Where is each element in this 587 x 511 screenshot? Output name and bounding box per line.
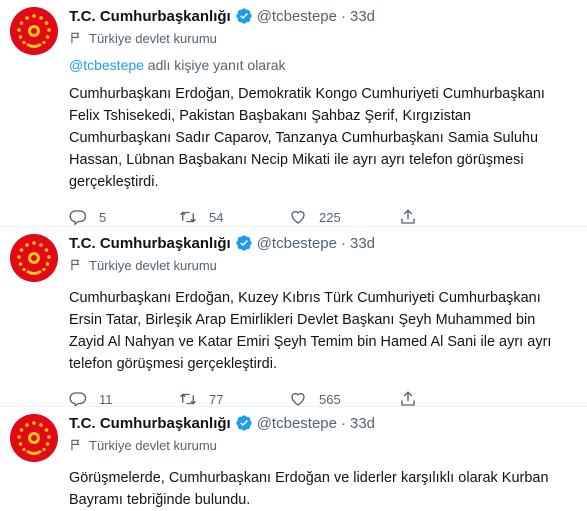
like-count: 225	[319, 209, 341, 225]
share-button[interactable]	[399, 208, 429, 226]
author-handle[interactable]: @tcbestepe	[257, 8, 337, 25]
timestamp[interactable]: 33d	[350, 235, 375, 252]
retweet-count: 77	[209, 391, 224, 407]
action-bar: 5 54 225	[69, 207, 569, 227]
like-button[interactable]: 225	[289, 208, 399, 226]
tweet-text: Cumhurbaşkanı Erdoğan, Kuzey Kıbrıs Türk…	[69, 290, 552, 372]
reply-mention-link[interactable]: @tcbestepe	[69, 57, 144, 73]
author-handle[interactable]: @tcbestepe	[257, 235, 337, 252]
government-label: Türkiye devlet kurumu	[69, 256, 569, 274]
reply-count: 5	[99, 209, 107, 225]
avatar[interactable]	[10, 7, 58, 55]
timestamp[interactable]: 33d	[350, 415, 375, 432]
author-name[interactable]: T.C. Cumhurbaşkanlığı	[69, 415, 231, 432]
government-label-text: Türkiye devlet kurumu	[89, 30, 217, 46]
flag-icon	[71, 439, 80, 451]
like-count: 565	[319, 391, 341, 407]
reply-icon	[69, 210, 87, 226]
author-name[interactable]: T.C. Cumhurbaşkanlığı	[69, 8, 231, 25]
flag-icon	[71, 32, 80, 44]
presidential-seal-icon	[10, 414, 58, 462]
retweet-icon	[180, 211, 196, 223]
flag-icon	[71, 259, 80, 271]
government-label: Türkiye devlet kurumu	[69, 29, 569, 47]
share-icon	[401, 209, 415, 224]
like-icon	[291, 210, 305, 224]
verified-badge-icon	[235, 414, 253, 432]
presidential-seal-icon	[10, 234, 58, 282]
separator-dot: ·	[340, 414, 346, 432]
tweet[interactable]: T.C. Cumhurbaşkanlığı @tcbestepe · 33d T…	[0, 0, 587, 226]
author-handle[interactable]: @tcbestepe	[257, 415, 337, 432]
government-label-text: Türkiye devlet kurumu	[89, 437, 217, 453]
author-name[interactable]: T.C. Cumhurbaşkanlığı	[69, 235, 231, 252]
government-label-text: Türkiye devlet kurumu	[89, 257, 217, 273]
separator-dot: ·	[340, 234, 346, 252]
presidential-seal-icon	[10, 7, 58, 55]
retweet-button[interactable]: 54	[179, 208, 289, 226]
reply-button[interactable]: 5	[69, 208, 179, 226]
verified-badge-icon	[235, 7, 253, 25]
timestamp[interactable]: 33d	[350, 8, 375, 25]
tweet[interactable]: T.C. Cumhurbaşkanlığı @tcbestepe · 33d T…	[0, 226, 587, 408]
separator-dot: ·	[340, 7, 346, 25]
tweet[interactable]: T.C. Cumhurbaşkanlığı @tcbestepe · 33d T…	[0, 406, 587, 508]
reply-count: 11	[99, 391, 113, 407]
government-label: Türkiye devlet kurumu	[69, 436, 569, 454]
avatar[interactable]	[10, 414, 58, 462]
verified-badge-icon	[235, 234, 253, 252]
avatar[interactable]	[10, 234, 58, 282]
reply-context-text: adlı kişiye yanıt olarak	[143, 57, 286, 73]
tweet-text: Görüşmelerde, Cumhurbaşkanı Erdoğan ve l…	[69, 470, 549, 508]
reply-context: @tcbestepe adlı kişiye yanıt olarak	[69, 57, 569, 75]
retweet-count: 54	[209, 209, 224, 225]
tweet-text: Cumhurbaşkanı Erdoğan, Demokratik Kongo …	[69, 86, 545, 190]
